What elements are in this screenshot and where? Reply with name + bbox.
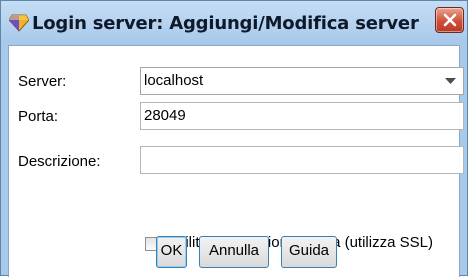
porta-label: Porta: <box>18 108 59 125</box>
server-dropdown-button[interactable] <box>439 68 463 94</box>
cancel-button[interactable]: Annulla <box>199 236 269 268</box>
chevron-down-icon <box>445 78 456 84</box>
help-button[interactable]: Guida <box>281 236 337 268</box>
porta-input[interactable]: 28049 <box>140 102 464 130</box>
title-bar[interactable]: Login server: Aggiungi/Modifica server <box>1 1 467 45</box>
descrizione-input[interactable] <box>140 146 464 174</box>
server-combobox[interactable]: localhost <box>140 67 464 95</box>
descrizione-label: Descrizione: <box>18 153 101 170</box>
close-icon <box>443 13 457 27</box>
ok-button[interactable]: OK <box>156 236 187 268</box>
diamond-app-icon <box>9 14 29 32</box>
server-label: Server: <box>18 73 67 90</box>
close-button[interactable] <box>435 7 464 33</box>
server-value: localhost <box>144 72 204 89</box>
dialog-title: Login server: Aggiungi/Modifica server <box>32 13 419 34</box>
login-server-dialog: Login server: Aggiungi/Modifica server S… <box>0 0 468 277</box>
